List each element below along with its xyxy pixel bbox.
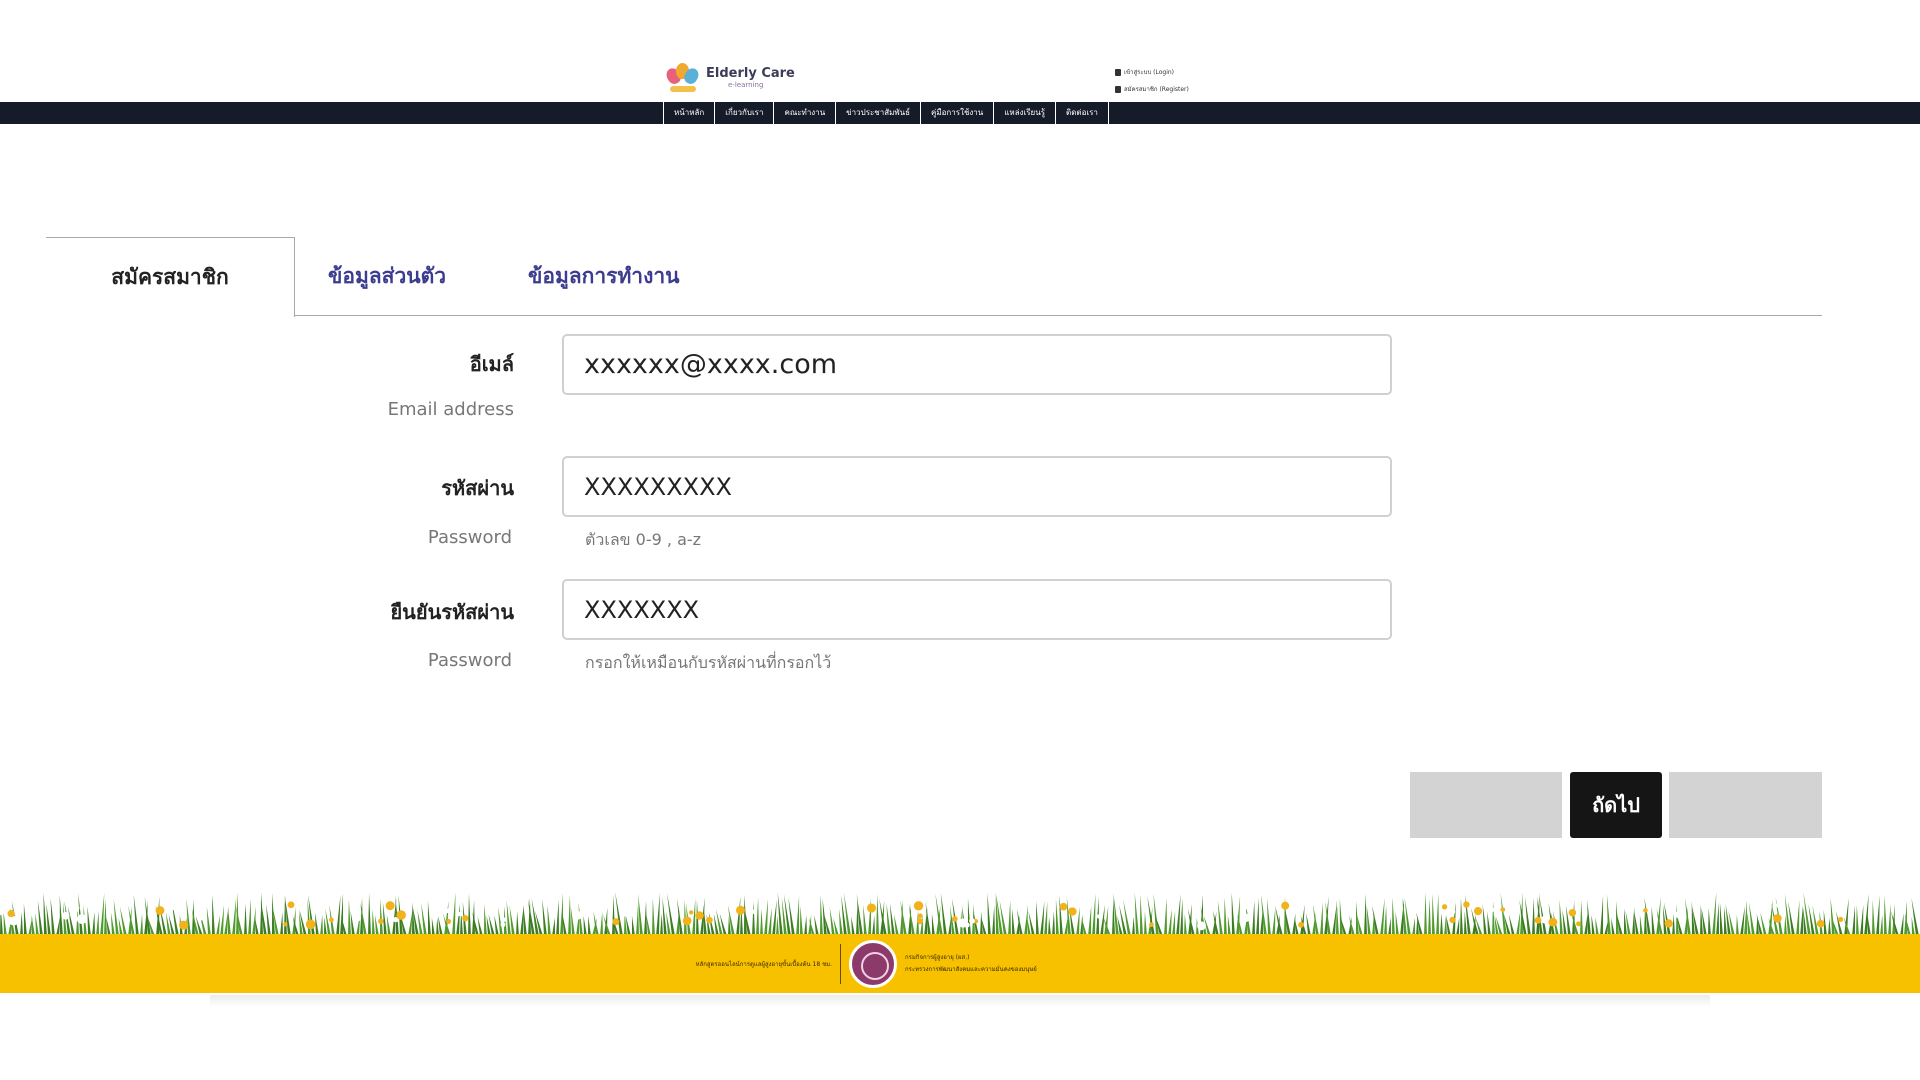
password-sublabel: Password	[427, 527, 512, 548]
nav-item-manual[interactable]: คู่มือการใช้งาน	[921, 102, 995, 124]
tab-work-info[interactable]: ข้อมูลการทำงาน	[528, 237, 680, 316]
next-button[interactable]: ถัดไป	[1570, 772, 1662, 838]
footer-divider	[840, 943, 841, 984]
tab-personal-info[interactable]: ข้อมูลส่วนตัว	[328, 237, 446, 316]
extra-button[interactable]	[1669, 772, 1822, 838]
confirm-password-input[interactable]	[562, 579, 1392, 640]
main-navbar: หน้าหลัก เกี่ยวกับเรา คณะทำงาน ข่าวประชา…	[0, 102, 1920, 124]
footer-department-name: กรมกิจการผู้สูงอายุ (ผส.)	[905, 953, 970, 961]
footer-department: กรมกิจการผู้สูงอายุ (ผส.) กระทรวงการพัฒน…	[905, 952, 1037, 976]
footer-shadow	[210, 995, 1710, 1007]
email-input[interactable]	[562, 334, 1392, 395]
user-icon	[1115, 86, 1121, 93]
nav-item-contact[interactable]: ติดต่อเรา	[1056, 102, 1109, 124]
back-button[interactable]	[1410, 772, 1562, 838]
footer-ministry-name: กระทรวงการพัฒนาสังคมและความมั่นคงของมนุษ…	[905, 965, 1037, 973]
header: Elderly Care e-learning เข้าสู่ระบบ (Log…	[0, 0, 1920, 102]
account-links: เข้าสู่ระบบ (Login) สมัครสมาชิก (Registe…	[1115, 64, 1189, 98]
logo-subtitle: e-learning	[728, 81, 764, 89]
password-input[interactable]	[562, 456, 1392, 517]
footer: หลักสูตรออนไลน์การดูแลผู้สูงอายุขั้นเบื้…	[0, 934, 1920, 993]
confirm-password-label: ยืนยันรหัสผ่าน	[390, 600, 514, 624]
elderly-care-logo-icon	[663, 62, 702, 94]
email-label: อีเมล์	[469, 352, 514, 376]
confirm-password-sublabel: Password	[427, 650, 512, 671]
tab-register[interactable]: สมัครสมาชิก	[46, 237, 295, 317]
grass-decoration	[0, 890, 1920, 936]
site-logo[interactable]: Elderly Care e-learning	[663, 62, 795, 94]
nav-item-resources[interactable]: แหล่งเรียนรู้	[994, 102, 1056, 124]
department-seal-icon	[849, 939, 897, 988]
nav-item-home[interactable]: หน้าหลัก	[664, 102, 716, 124]
lock-icon	[1115, 69, 1121, 76]
nav-menu: หน้าหลัก เกี่ยวกับเรา คณะทำงาน ข่าวประชา…	[663, 102, 1109, 124]
nav-item-about[interactable]: เกี่ยวกับเรา	[715, 102, 775, 124]
logo-title: Elderly Care	[706, 66, 795, 81]
email-sublabel: Email address	[387, 399, 514, 420]
password-hint: ตัวเลข 0-9 , a-z	[585, 530, 702, 549]
nav-item-team[interactable]: คณะทำงาน	[774, 102, 837, 124]
registration-tabs: สมัครสมาชิก ข้อมูลส่วนตัว ข้อมูลการทำงาน	[46, 237, 1822, 317]
footer-course-text: หลักสูตรออนไลน์การดูแลผู้สูงอายุขั้นเบื้…	[695, 960, 832, 968]
nav-item-news[interactable]: ข่าวประชาสัมพันธ์	[836, 102, 921, 124]
confirm-password-hint: กรอกให้เหมือนกับรหัสผ่านที่กรอกไว้	[585, 653, 832, 672]
login-link[interactable]: เข้าสู่ระบบ (Login)	[1115, 64, 1189, 81]
password-label: รหัสผ่าน	[441, 476, 514, 500]
register-link[interactable]: สมัครสมาชิก (Register)	[1115, 81, 1189, 98]
